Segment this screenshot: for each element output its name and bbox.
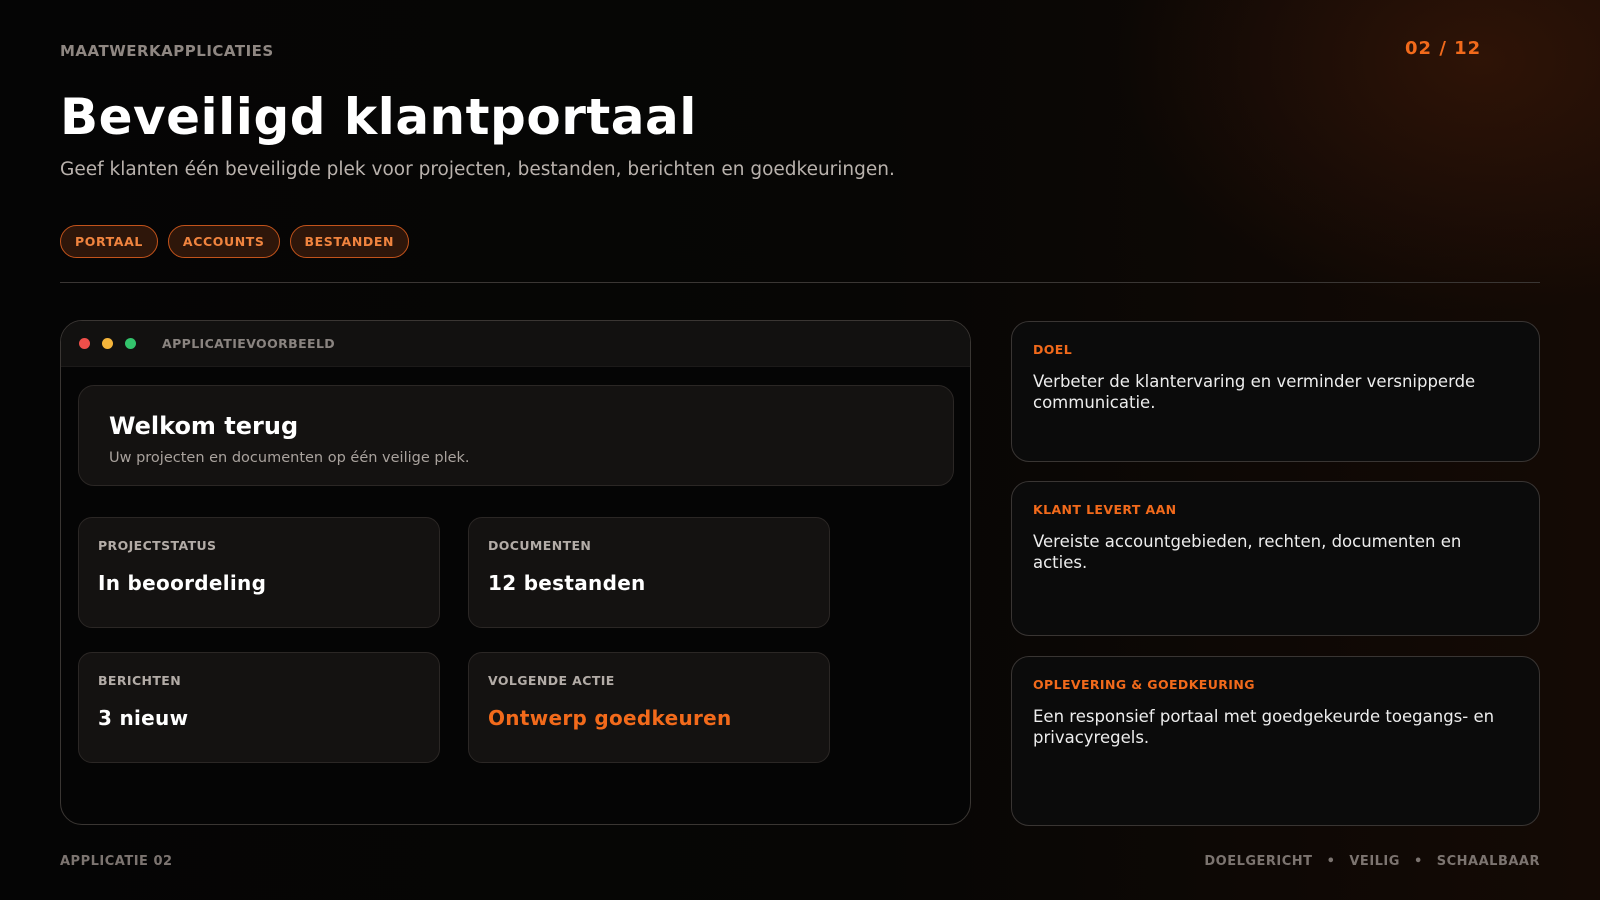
footer-value-doelgericht: DOELGERICHT xyxy=(1204,854,1313,869)
tag-accounts: ACCOUNTS xyxy=(167,225,280,258)
window-minimize-dot[interactable] xyxy=(102,338,113,349)
footer-separator: • xyxy=(1326,854,1336,869)
info-card-doel: DOEL Verbeter de klantervaring en vermin… xyxy=(1011,321,1540,462)
page-title: Beveiligd klantportaal xyxy=(60,88,697,146)
welcome-card: Welkom terug Uw projecten en documenten … xyxy=(78,385,954,486)
info-card-label: DOEL xyxy=(1033,342,1073,357)
footer-value-veilig: VEILIG xyxy=(1349,854,1400,869)
stat-label: BERICHTEN xyxy=(98,673,182,688)
tag-bestanden: BESTANDEN xyxy=(289,225,410,258)
footer-separator: • xyxy=(1413,854,1423,869)
stat-value: 3 nieuw xyxy=(98,706,189,730)
window-close-dot[interactable] xyxy=(79,338,90,349)
footer-app-number: APPLICATIE 02 xyxy=(60,854,173,869)
header-divider xyxy=(60,282,1540,283)
welcome-subtitle: Uw projecten en documenten op één veilig… xyxy=(109,450,470,466)
stat-label: PROJECTSTATUS xyxy=(98,538,217,553)
info-card-text: Verbeter de klantervaring en verminder v… xyxy=(1033,372,1476,412)
stat-value: In beoordeling xyxy=(98,571,267,595)
app-preview-window: APPLICATIEVOORBEELD Welkom terug Uw proj… xyxy=(60,320,971,825)
info-card-text: Een responsief portaal met goedgekeurde … xyxy=(1033,707,1495,747)
slide: MAATWERKAPPLICATIES 02 / 12 Beveiligd kl… xyxy=(0,0,1600,900)
page-subtitle: Geef klanten één beveiligde plek voor pr… xyxy=(60,159,895,180)
info-card-klant-levert-aan: KLANT LEVERT AAN Vereiste accountgebiede… xyxy=(1011,481,1540,636)
stat-label: VOLGENDE ACTIE xyxy=(488,673,615,688)
info-card-label: KLANT LEVERT AAN xyxy=(1033,502,1177,517)
tag-list: PORTAAL ACCOUNTS BESTANDEN xyxy=(60,225,410,258)
stat-card-documenten[interactable]: DOCUMENTEN 12 bestanden xyxy=(468,517,830,628)
window-label: APPLICATIEVOORBEELD xyxy=(162,336,336,351)
stat-card-berichten[interactable]: BERICHTEN 3 nieuw xyxy=(78,652,440,763)
footer-values: DOELGERICHT • VEILIG • SCHAALBAAR xyxy=(1204,854,1540,869)
window-titlebar: APPLICATIEVOORBEELD xyxy=(61,321,970,367)
welcome-title: Welkom terug xyxy=(109,412,299,440)
stat-value: 12 bestanden xyxy=(488,571,646,595)
info-card-label: OPLEVERING & GOEDKEURING xyxy=(1033,677,1255,692)
next-action-link[interactable]: Ontwerp goedkeuren xyxy=(488,706,810,730)
info-card-oplevering: OPLEVERING & GOEDKEURING Een responsief … xyxy=(1011,656,1540,826)
window-maximize-dot[interactable] xyxy=(125,338,136,349)
footer-value-schaalbaar: SCHAALBAAR xyxy=(1436,854,1540,869)
stat-card-volgende-actie[interactable]: VOLGENDE ACTIE Ontwerp goedkeuren xyxy=(468,652,830,763)
eyebrow-label: MAATWERKAPPLICATIES xyxy=(60,42,274,60)
stat-label: DOCUMENTEN xyxy=(488,538,592,553)
page-counter: 02 / 12 xyxy=(1405,38,1482,59)
stat-card-projectstatus[interactable]: PROJECTSTATUS In beoordeling xyxy=(78,517,440,628)
tag-portaal: PORTAAL xyxy=(60,225,158,258)
info-card-text: Vereiste accountgebieden, rechten, docum… xyxy=(1033,532,1462,572)
